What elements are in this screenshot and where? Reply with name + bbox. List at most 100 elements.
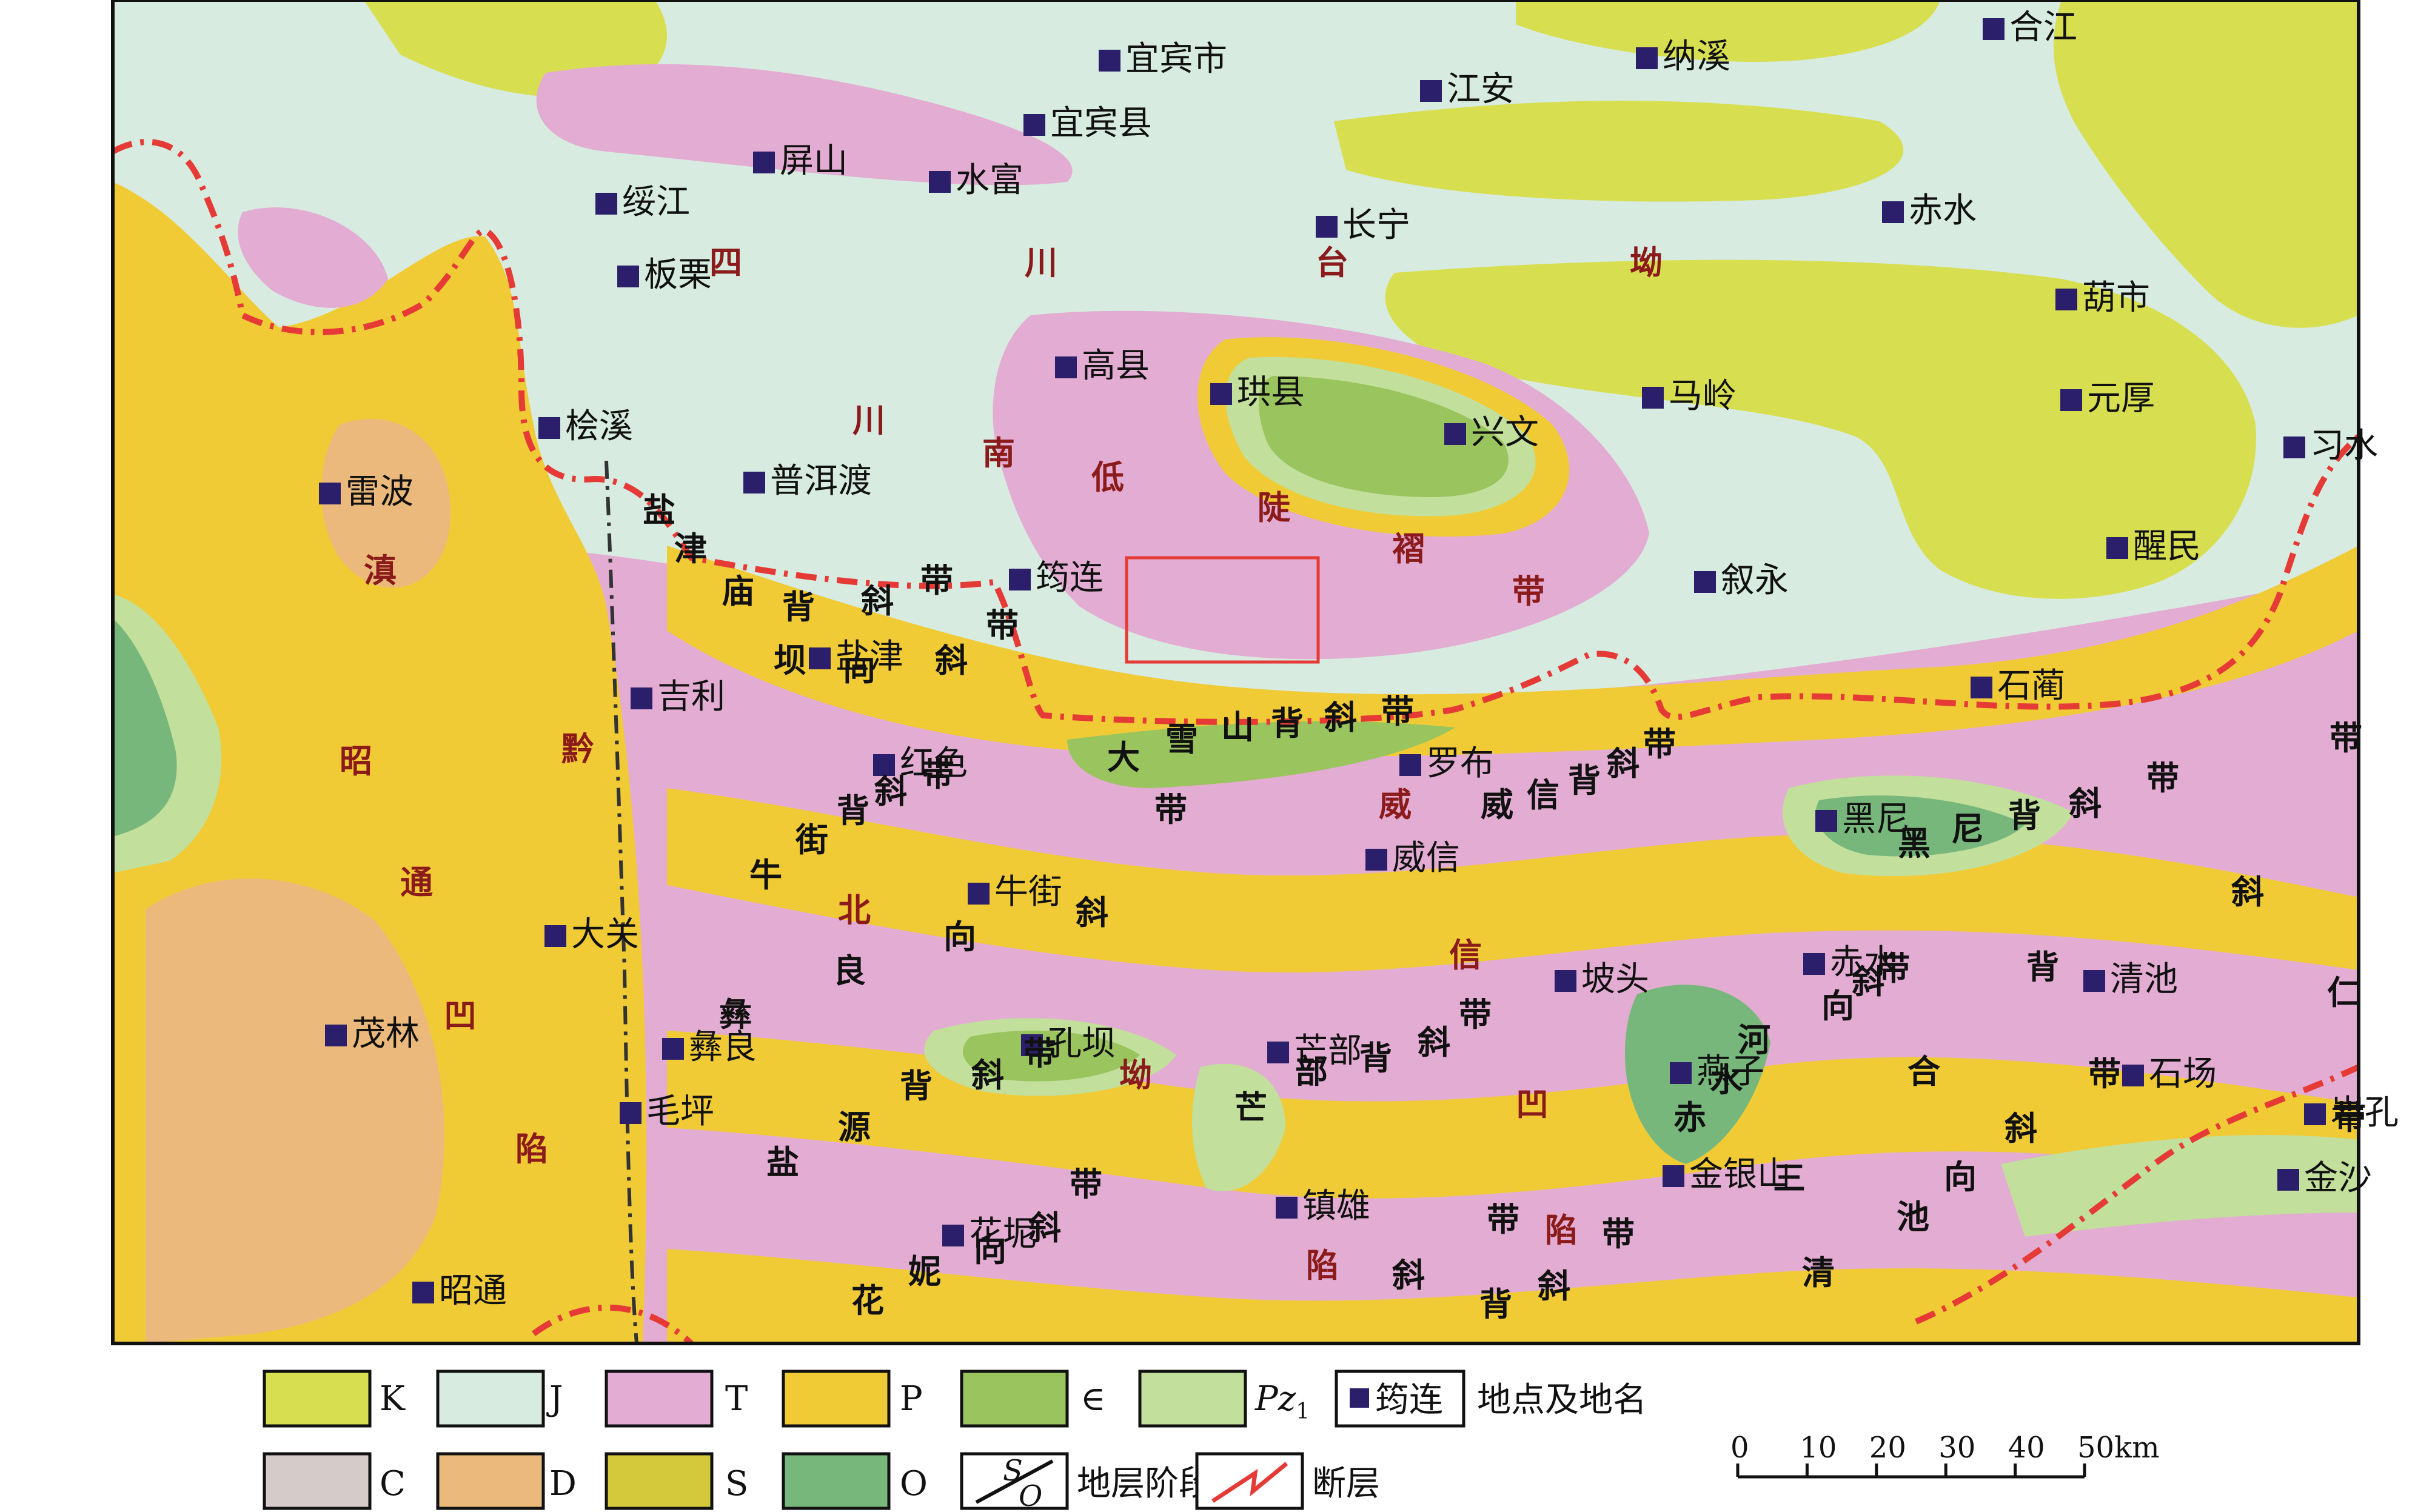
place-marker: [1803, 953, 1825, 975]
structure-label: 带: [986, 606, 1019, 644]
structure-label: 仁: [2327, 974, 2360, 1012]
region-label: 信: [1449, 935, 1482, 974]
structure-label: 背: [1359, 1039, 1392, 1077]
structure-label: 带: [2088, 1055, 2121, 1093]
place-name: 雷波: [346, 472, 414, 512]
structure-label: 斜: [2005, 1109, 2037, 1148]
structure-label: 盐: [766, 1143, 799, 1182]
place-marker: [1023, 114, 1045, 136]
legend-swatch-Pz1: [1138, 1370, 1247, 1428]
region-label: 威: [1379, 785, 1412, 824]
region-label: 滇: [364, 551, 397, 590]
place-name: 马岭: [1669, 376, 1737, 416]
structure-label: 向: [974, 1231, 1006, 1269]
place-marker: [743, 472, 765, 493]
place-name: 金沙: [2304, 1159, 2372, 1198]
place-marker: [1099, 50, 1120, 72]
place-name: 孔坝: [1048, 1024, 1116, 1063]
legend-label-T: T: [725, 1379, 748, 1419]
region-label: 陷: [515, 1129, 548, 1168]
place-name: 宜宾市: [1125, 39, 1227, 79]
structure-label: 背: [2026, 948, 2059, 986]
legend-label-J: J: [546, 1379, 563, 1419]
place-name: 珙县: [1237, 373, 1305, 412]
scale-tick-label: 40: [2008, 1431, 2045, 1465]
structure-label: 向: [943, 918, 976, 956]
place-marker: [1971, 677, 1992, 698]
region-label: 凹: [444, 996, 477, 1035]
legend-swatch-K: [263, 1370, 372, 1428]
legend-label-K: K: [380, 1379, 406, 1419]
place-marker: [319, 483, 341, 504]
legend-label-C: C: [380, 1464, 406, 1504]
region-label: 通: [400, 863, 433, 902]
legend-fault-desc: 断层: [1312, 1464, 1380, 1504]
place-name: 醒民: [2133, 527, 2201, 566]
place-name: 水富: [956, 161, 1023, 200]
structure-label: 池: [1897, 1198, 1929, 1236]
structure-label: 合: [1907, 1052, 1940, 1091]
structure-label: 河: [1738, 1021, 1770, 1059]
structure-label: 信: [1527, 776, 1559, 814]
legend-swatch-S: [605, 1452, 714, 1510]
place-marker: [2055, 289, 2077, 310]
place-name: 板栗: [644, 255, 712, 295]
structure-label: 带: [922, 755, 954, 794]
structure-label: 带: [1070, 1165, 1102, 1203]
place-marker: [620, 1102, 641, 1124]
structure-label: 带: [2333, 1099, 2366, 1137]
structure-label: 牛: [749, 856, 782, 894]
place-marker: [2060, 389, 2082, 411]
structure-label: 带: [1602, 1215, 1635, 1253]
place-marker: [1399, 754, 1421, 776]
region-label: 四: [709, 243, 742, 282]
legend: K J T P ∈ Pz1 筠连 地点及地名 C D S O S O 地层阶段 …: [263, 1370, 1647, 1512]
structure-label: 斜: [1607, 744, 1640, 783]
region-label: 低: [1091, 458, 1124, 497]
place-marker: [631, 687, 652, 709]
structure-label: 赤: [1673, 1099, 1706, 1137]
region-label: 昭: [340, 741, 372, 780]
region-label: 台: [1316, 243, 1348, 282]
scale-tick-label: 50km: [2077, 1431, 2160, 1465]
structure-label: 带: [920, 561, 953, 600]
structure-label: 清: [1802, 1254, 1835, 1292]
scale-tick-label: 20: [1869, 1431, 1906, 1465]
structure-label: 斜: [1852, 963, 1884, 1001]
place-marker: [595, 193, 617, 215]
place-marker: [2122, 1065, 2144, 1086]
legend-swatch-D: [436, 1452, 545, 1510]
region-label: 带: [1512, 572, 1545, 610]
place-marker: [968, 883, 990, 905]
structure-label: 背: [1271, 704, 1304, 743]
place-marker: [1267, 1042, 1289, 1063]
place-name: 罗布: [1426, 744, 1494, 783]
region-label: 南: [982, 433, 1015, 472]
legend-swatch-P: [782, 1370, 891, 1428]
structure-label: 向: [843, 650, 876, 688]
place-marker: [1420, 80, 1442, 102]
place-marker: [538, 417, 560, 439]
structure-label: 斜: [1028, 1209, 1061, 1247]
structure-label: 带: [1487, 1200, 1519, 1239]
structure-label: 雪: [1165, 720, 1198, 758]
region-label: 陡: [1258, 488, 1291, 527]
legend-label-S: S: [725, 1464, 748, 1504]
legend-label-O: O: [900, 1464, 928, 1504]
structure-label: 背: [782, 588, 815, 626]
legend-label-Pz1: Pz1: [1254, 1379, 1310, 1424]
place-marker: [662, 1038, 684, 1060]
place-marker: [2283, 437, 2305, 458]
place-marker: [809, 647, 831, 669]
region-label: 陷: [1545, 1211, 1578, 1249]
structure-label: 山: [1221, 708, 1254, 746]
structure-label: 斜: [2069, 784, 2102, 823]
place-name: 长宁: [1342, 206, 1410, 245]
structure-label: 街: [795, 821, 828, 859]
legend-stage-bottom: O: [1019, 1479, 1042, 1512]
structure-label: 带: [2329, 719, 2362, 757]
place-name: 合江: [2009, 8, 2077, 47]
place-name: 昭通: [439, 1271, 507, 1311]
place-name: 坡头: [1581, 960, 1649, 999]
place-name: 牛街: [994, 872, 1062, 912]
